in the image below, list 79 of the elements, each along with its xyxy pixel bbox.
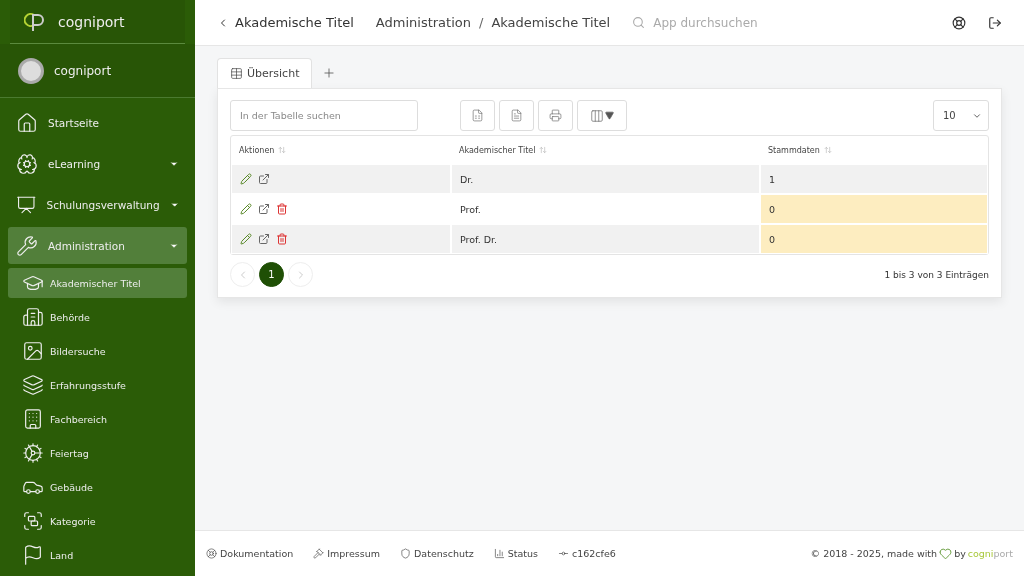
page-button[interactable]: 1 [259,262,284,287]
entries-summary: 1 bis 3 von 3 Einträgen [884,269,989,280]
sort-icon [539,146,548,154]
buildings-icon [22,306,44,328]
house-icon [16,111,38,134]
sidebar-subitem[interactable]: Gebäude [8,472,187,502]
sidebar-item[interactable]: eLearning [8,145,187,182]
shield-icon [400,548,412,559]
sidebar-subitem[interactable]: Erfahrungsstufe [8,370,187,400]
gavel-icon [313,548,325,559]
wrench-icon [16,234,38,257]
footer-link[interactable]: Status [493,548,538,559]
profile-name: cogniport [54,63,112,78]
sort-icon [823,146,832,154]
by-text: by [954,548,966,559]
footer-link[interactable]: Dokumentation [206,548,294,559]
column-header[interactable]: Aktionen [231,136,451,164]
table-cell: 0 [760,224,988,254]
document-file-icon [510,109,523,122]
page-size-select[interactable]: 10 [933,100,989,131]
logout-icon[interactable] [988,15,1002,30]
brand-name: cogniport [58,13,125,30]
sidebar-subitem[interactable]: Akademischer Titel [8,268,187,298]
signal-bars-icon [493,548,505,559]
external-link-icon[interactable] [258,233,270,245]
lifebuoy-icon [206,548,217,559]
plus-icon [322,66,337,80]
delete-icon[interactable] [276,233,288,245]
columns-button[interactable] [577,100,627,131]
sidebar-subitem[interactable]: Feiertag [8,438,187,468]
cog-icon [22,442,44,464]
footer-link[interactable]: Datenschutz [400,548,474,559]
group-icon [22,510,44,532]
avatar [18,57,44,84]
layers-icon [22,374,44,396]
copyright-text: © 2018 - 2025, made with [810,548,938,559]
search-field[interactable]: App durchsuchen [651,14,806,31]
sort-icon [278,146,287,154]
breadcrumb-item[interactable]: Administration [375,15,471,30]
external-link-icon[interactable] [258,203,270,215]
sidebar-subitem[interactable]: Kategorie [8,506,187,536]
footer-link[interactable]: c162cfe6 [558,548,616,559]
sidebar-subitem[interactable]: Behörde [8,302,187,332]
print-button[interactable] [538,100,573,131]
heart-icon [939,547,953,560]
image-icon [22,340,44,362]
printer-icon [549,109,562,122]
edit-icon[interactable] [240,233,252,245]
breadcrumb-item[interactable]: Akademische Titel [491,15,611,30]
column-header[interactable]: Akademischer Titel [451,136,760,164]
breadcrumb-separator: / [479,15,484,30]
table-search-field[interactable]: In der Tabelle suchen [230,100,418,131]
caret-icon [605,111,614,120]
flag-icon [22,544,44,566]
table-cell: Dr. [451,164,760,194]
sidebar-item[interactable]: Schulungsverwaltung [8,186,187,223]
table-cell: 1 [760,164,988,194]
table-cell: 0 [760,194,988,224]
table-cell: Prof. Dr. [451,224,760,254]
footer-link[interactable]: Impressum [313,548,381,559]
delete-icon[interactable] [276,203,288,215]
search-icon [632,16,646,29]
sidebar-item[interactable]: Administration [8,227,187,264]
lifebuoy-icon[interactable] [952,15,966,30]
spreadsheet-file-icon [471,109,484,122]
sidebar-item[interactable]: Startseite [8,104,187,141]
columns-icon [590,108,604,123]
tab[interactable]: Übersicht [217,58,313,88]
building-icon [22,408,44,430]
column-header[interactable]: Stammdaten [760,136,988,164]
sidebar-subitem[interactable]: Land [8,540,187,570]
sidebar-subitem[interactable]: Bildersuche [8,336,187,366]
edit-icon[interactable] [240,173,252,185]
commit-icon [558,548,569,559]
edit-icon[interactable] [240,203,252,215]
table-icon [230,67,243,80]
back-button[interactable]: Akademische Titel [217,15,354,30]
external-link-icon[interactable] [258,173,270,185]
sidebar-subitem[interactable]: Fachbereich [8,404,187,434]
